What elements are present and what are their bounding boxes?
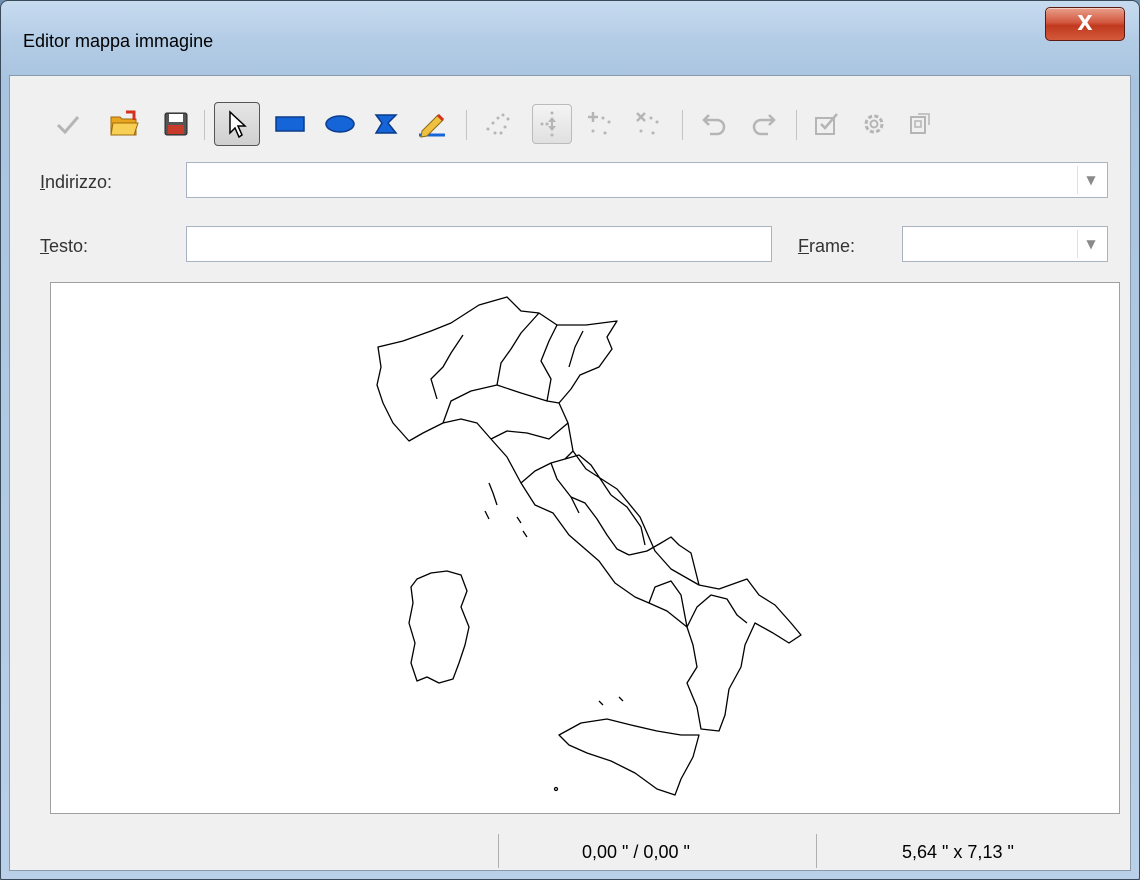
address-label: Indirizzo: <box>40 172 113 192</box>
address-dropdown-button[interactable]: ▼ <box>1077 166 1104 194</box>
text-input[interactable] <box>186 226 772 262</box>
delete-points-button[interactable] <box>630 106 666 142</box>
text-label: Testo: <box>40 236 89 256</box>
address-combobox[interactable]: ▼ <box>186 162 1108 198</box>
open-folder-icon <box>110 110 139 136</box>
active-icon <box>815 113 838 135</box>
insert-points-button[interactable] <box>582 106 618 142</box>
select-pointer-icon <box>229 110 247 139</box>
chevron-down-icon: ▼ <box>1086 237 1096 251</box>
title-bar[interactable]: Editor mappa immagine X <box>1 1 1139 75</box>
redo-icon <box>752 114 776 136</box>
freeform-polygon-tool-button[interactable] <box>414 106 450 142</box>
polygon-tool-button[interactable] <box>368 106 404 142</box>
italy-regions-map-image <box>376 296 802 796</box>
macro-icon <box>864 114 884 134</box>
toolbar-separator <box>466 110 467 140</box>
move-points-button[interactable] <box>532 104 572 144</box>
polygon-icon <box>374 114 398 134</box>
move-points-icon <box>540 111 556 137</box>
window-title: Editor mappa immagine <box>23 31 214 51</box>
frame-dropdown-button[interactable]: ▼ <box>1077 230 1104 258</box>
toolbar-separator <box>204 110 205 140</box>
status-separator <box>498 834 499 868</box>
save-floppy-icon <box>164 112 188 136</box>
freeform-polygon-icon <box>419 113 445 138</box>
undo-button[interactable] <box>696 106 732 142</box>
undo-icon <box>702 114 726 136</box>
active-button[interactable] <box>808 106 844 142</box>
frame-label: Frame: <box>798 236 856 256</box>
ellipse-icon <box>325 115 355 133</box>
edit-points-button[interactable] <box>480 106 516 142</box>
macro-button[interactable] <box>856 106 892 142</box>
toolbar-separator <box>796 110 797 140</box>
status-bar: 0,00 " / 0,00 " 5,64 " x 7,13 " <box>10 824 1130 870</box>
properties-button[interactable] <box>902 106 938 142</box>
apply-checkmark-icon <box>56 116 80 135</box>
status-separator <box>816 834 817 868</box>
insert-points-icon <box>588 112 611 135</box>
chevron-down-icon: ▼ <box>1086 173 1096 187</box>
dialog-client-area: Indirizzo: ▼ Testo: Frame: ▼ 0,00 " / 0,… <box>9 75 1131 871</box>
toolbar <box>10 76 1130 164</box>
rectangle-icon <box>275 116 305 132</box>
image-canvas[interactable] <box>50 282 1120 814</box>
ellipse-tool-button[interactable] <box>322 106 358 142</box>
close-button[interactable]: X <box>1045 7 1125 41</box>
open-button[interactable] <box>106 106 142 142</box>
toolbar-separator <box>682 110 683 140</box>
image-size-readout: 5,64 " x 7,13 " <box>902 842 1014 862</box>
image-map-editor-window: Editor mappa immagine X Indirizzo: ▼ Tes… <box>0 0 1140 880</box>
delete-points-icon <box>636 112 659 135</box>
rectangle-tool-button[interactable] <box>272 106 308 142</box>
select-tool-button[interactable] <box>214 102 260 146</box>
save-button[interactable] <box>158 106 194 142</box>
edit-points-icon <box>486 113 510 135</box>
redo-button[interactable] <box>746 106 782 142</box>
frame-combobox[interactable]: ▼ <box>902 226 1108 262</box>
properties-icon <box>910 113 930 134</box>
cursor-position-readout: 0,00 " / 0,00 " <box>582 842 690 862</box>
apply-button[interactable] <box>50 106 86 142</box>
